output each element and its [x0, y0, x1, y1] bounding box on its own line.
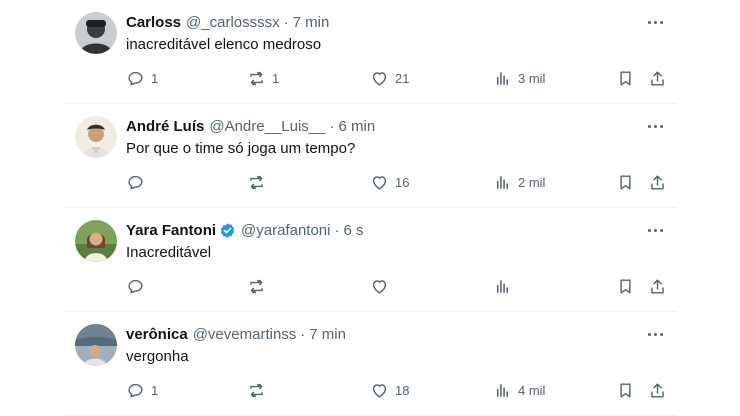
tweet-header: André Luís @Andre__Luis__ · 6 min [126, 116, 375, 136]
share-icon [651, 70, 664, 86]
bookmark-icon [620, 174, 631, 190]
reply-count: 1 [151, 382, 159, 398]
timestamp[interactable]: 6 s [343, 222, 363, 239]
tweet-text: Inacreditável [126, 244, 212, 261]
timestamp[interactable]: 7 min [293, 14, 330, 31]
tweet[interactable]: André Luís @Andre__Luis__ · 6 min Por qu… [63, 104, 677, 208]
separator-dot: · [300, 325, 306, 343]
views-count: 4 mil [518, 382, 546, 398]
retweet-button[interactable] [247, 378, 272, 402]
bookmark-button[interactable] [616, 378, 635, 402]
like-count: 18 [395, 382, 410, 398]
share-button[interactable] [648, 66, 667, 90]
bookmark-icon [620, 70, 631, 86]
reply-icon [128, 383, 143, 398]
reply-button[interactable] [126, 170, 151, 194]
user-handle[interactable]: @yarafantoni [241, 222, 330, 239]
tweet-header: Yara Fantoni @yarafantoni · 6 s [126, 220, 364, 240]
timestamp[interactable]: 7 min [309, 326, 346, 343]
display-name[interactable]: Carloss [126, 14, 181, 31]
retweet-icon [250, 383, 263, 397]
retweet-icon [250, 71, 263, 85]
reply-count: 1 [151, 70, 159, 86]
tweet[interactable]: Carloss @_carlossssx · 7 min inacreditáv… [63, 0, 677, 104]
views-icon [496, 71, 509, 85]
share-icon [651, 278, 664, 294]
like-icon [372, 279, 387, 294]
tweet-header: verônica @vevemartinss · 7 min [126, 324, 346, 344]
more-icon[interactable] [643, 118, 667, 134]
avatar[interactable] [75, 12, 117, 54]
tweet-text: vergonha [126, 348, 189, 365]
like-count: 16 [395, 174, 410, 190]
share-icon [651, 382, 664, 398]
reply-button[interactable] [126, 274, 151, 298]
like-count: 21 [395, 70, 410, 86]
action-bar: 16 2 mil [63, 170, 677, 194]
share-icon [651, 174, 664, 190]
avatar[interactable] [75, 324, 117, 366]
more-icon[interactable] [643, 14, 667, 30]
separator-dot: · [283, 13, 289, 31]
bookmark-button[interactable] [616, 170, 635, 194]
reply-icon [128, 279, 143, 294]
views-icon [496, 383, 509, 397]
share-button[interactable] [648, 274, 667, 298]
retweet-button[interactable] [247, 274, 272, 298]
like-button[interactable]: 18 [370, 378, 409, 402]
views-button[interactable] [493, 274, 518, 298]
like-button[interactable]: 16 [370, 170, 409, 194]
share-button[interactable] [648, 170, 667, 194]
tweet-text: Por que o time só joga um tempo? [126, 140, 356, 157]
views-button[interactable]: 4 mil [493, 378, 545, 402]
like-icon [372, 175, 387, 190]
views-button[interactable]: 3 mil [493, 66, 545, 90]
user-handle[interactable]: @vevemartinss [193, 326, 297, 343]
like-button[interactable] [370, 274, 395, 298]
bookmark-button[interactable] [616, 274, 635, 298]
timestamp[interactable]: 6 min [338, 118, 375, 135]
separator-dot: · [329, 117, 335, 135]
retweet-count: 1 [272, 70, 280, 86]
views-button[interactable]: 2 mil [493, 170, 545, 194]
avatar[interactable] [75, 116, 117, 158]
like-button[interactable]: 21 [370, 66, 409, 90]
reply-button[interactable]: 1 [126, 66, 158, 90]
bookmark-icon [620, 278, 631, 294]
views-icon [496, 279, 509, 293]
like-icon [372, 71, 387, 86]
action-bar: 1 1 21 3 mil [63, 66, 677, 90]
retweet-icon [250, 175, 263, 189]
user-handle[interactable]: @_carlossssx [186, 14, 280, 31]
avatar[interactable] [75, 220, 117, 262]
retweet-button[interactable]: 1 [247, 66, 279, 90]
bookmark-icon [620, 382, 631, 398]
retweet-button[interactable] [247, 170, 272, 194]
views-count: 2 mil [518, 174, 546, 190]
reply-icon [128, 175, 143, 190]
more-icon[interactable] [643, 326, 667, 342]
more-icon[interactable] [643, 222, 667, 238]
user-handle[interactable]: @Andre__Luis__ [209, 118, 325, 135]
reply-button[interactable]: 1 [126, 378, 158, 402]
like-icon [372, 383, 387, 398]
reply-feed: Carloss @_carlossssx · 7 min inacreditáv… [63, 0, 677, 416]
tweet-text: inacreditável elenco medroso [126, 36, 322, 53]
share-button[interactable] [648, 378, 667, 402]
views-count: 3 mil [518, 70, 546, 86]
bookmark-button[interactable] [616, 66, 635, 90]
views-icon [496, 175, 509, 189]
display-name[interactable]: Yara Fantoni [126, 222, 216, 239]
tweet[interactable]: verônica @vevemartinss · 7 min vergonha … [63, 312, 677, 416]
action-bar [63, 274, 677, 298]
retweet-icon [250, 279, 263, 293]
verified-badge-icon [220, 222, 235, 238]
tweet[interactable]: Yara Fantoni @yarafantoni · 6 s Inacredi… [63, 208, 677, 312]
reply-icon [128, 71, 143, 86]
tweet-header: Carloss @_carlossssx · 7 min [126, 12, 329, 32]
action-bar: 1 18 4 mil [63, 378, 677, 402]
separator-dot: · [334, 221, 340, 239]
display-name[interactable]: André Luís [126, 118, 204, 135]
display-name[interactable]: verônica [126, 326, 188, 343]
